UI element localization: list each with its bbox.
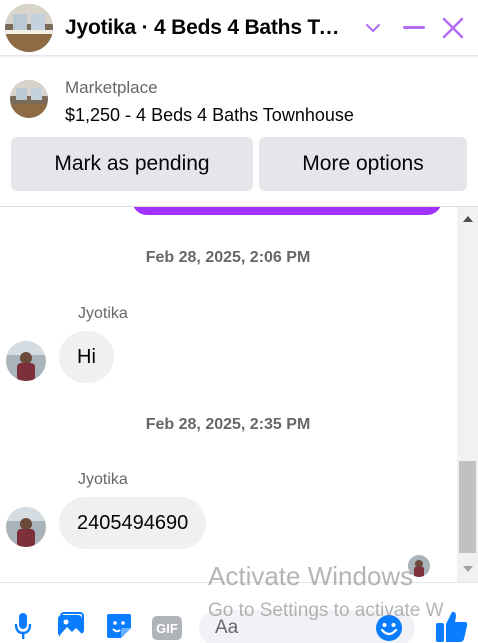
microphone-icon[interactable]	[8, 611, 38, 641]
listing-title[interactable]: $1,250 - 4 Beds 4 Baths Townhouse	[65, 105, 354, 126]
scroll-down-arrow-icon[interactable]	[457, 559, 478, 579]
windows-activation-watermark-subtitle: Go to Settings to activate W	[208, 600, 444, 621]
message-timestamp: Feb 28, 2025, 2:06 PM	[145, 249, 311, 266]
photo-icon[interactable]	[56, 611, 86, 641]
listing-thumbnail-small[interactable]	[10, 80, 48, 118]
incoming-message-bubble[interactable]: Hi	[59, 331, 114, 383]
chevron-down-icon[interactable]	[356, 11, 389, 45]
outgoing-message-bubble[interactable]	[132, 207, 442, 215]
close-icon[interactable]	[437, 11, 470, 45]
scroll-up-arrow-icon[interactable]	[457, 209, 478, 229]
avatar[interactable]	[6, 507, 46, 547]
svg-text:GIF: GIF	[156, 621, 178, 636]
message-list: Feb 28, 2025, 2:06 PM Jyotika Hi Feb 28,…	[0, 207, 456, 582]
mark-as-pending-button[interactable]: Mark as pending	[11, 137, 253, 191]
windows-activation-watermark-title: Activate Windows	[208, 561, 414, 591]
scrollbar-thumb[interactable]	[459, 461, 476, 553]
sender-name: Jyotika	[78, 305, 128, 322]
message-timestamp: Feb 28, 2025, 2:35 PM	[145, 416, 311, 433]
gif-icon[interactable]: GIF	[152, 613, 182, 643]
chat-header: Jyotika · 4 Beds 4 Baths To…	[0, 0, 478, 56]
incoming-message-bubble[interactable]: 2405494690	[59, 497, 207, 549]
listing-thumbnail[interactable]	[5, 3, 53, 52]
more-options-button[interactable]: More options	[259, 137, 467, 191]
marketplace-label: Marketplace	[65, 78, 158, 97]
scrollbar[interactable]	[457, 207, 478, 582]
minimize-icon[interactable]	[398, 11, 431, 45]
sticker-icon[interactable]	[104, 611, 134, 641]
sender-name: Jyotika	[78, 471, 128, 488]
marketplace-listing-card: Marketplace $1,250 - 4 Beds 4 Baths Town…	[0, 64, 478, 206]
chat-title[interactable]: Jyotika · 4 Beds 4 Baths To…	[65, 16, 350, 40]
avatar[interactable]	[6, 341, 46, 381]
